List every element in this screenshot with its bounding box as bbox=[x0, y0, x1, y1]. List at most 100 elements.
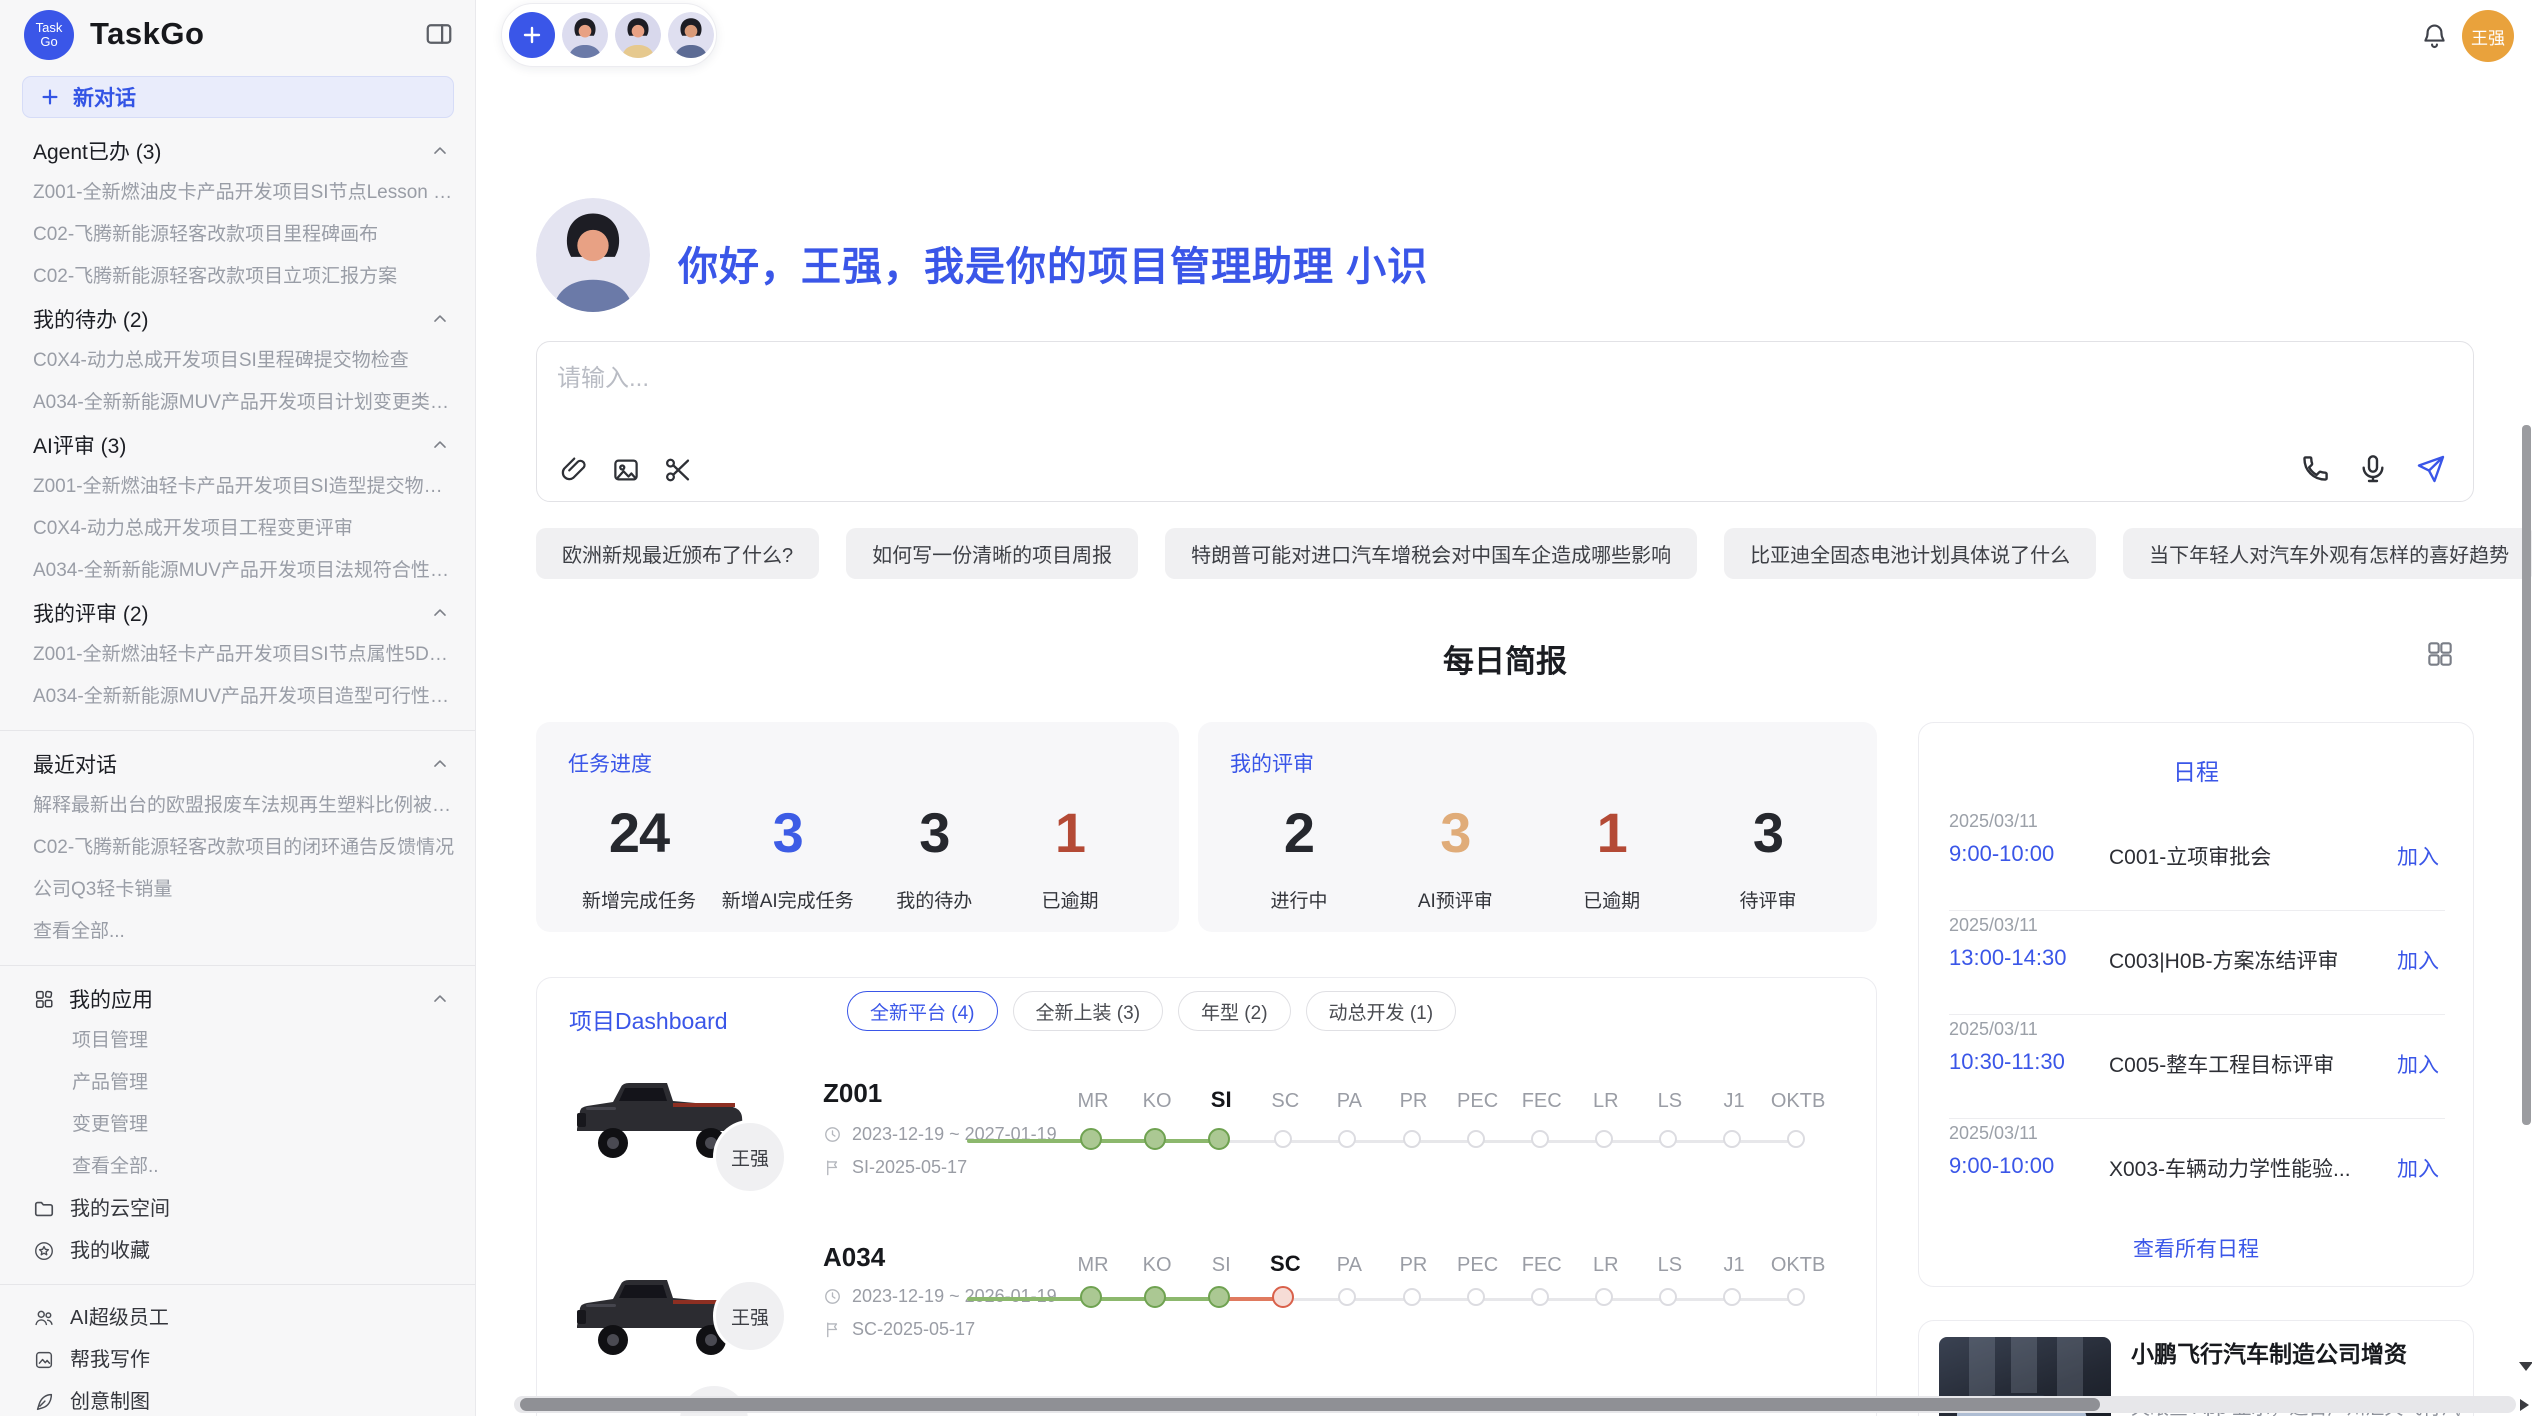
suggestion-chip-3[interactable]: 特朗普可能对进口汽车增税会对中国车企造成哪些影响 bbox=[1165, 528, 1697, 579]
milestone-dot-j1[interactable] bbox=[1723, 1288, 1741, 1306]
sidebar-tool-people[interactable]: AI超级员工 bbox=[0, 1297, 476, 1339]
chevron-up-icon[interactable] bbox=[430, 141, 450, 161]
schedule-item: 2025/03/1110:30-11:30C005-整车工程目标评审加入 bbox=[1949, 1015, 2445, 1119]
dashboard-tab-1[interactable]: 全新平台 (4) bbox=[847, 991, 998, 1031]
horizontal-scrollbar[interactable] bbox=[514, 1396, 2516, 1413]
milestone-dot-fec[interactable] bbox=[1531, 1130, 1549, 1148]
chat-input[interactable] bbox=[557, 358, 2257, 438]
sidebar-recent-chat-item[interactable]: 公司Q3轻卡销量 bbox=[0, 869, 476, 911]
chevron-up-icon[interactable] bbox=[430, 309, 450, 329]
sidebar-section-header-0[interactable]: Agent已办 (3) bbox=[0, 130, 476, 172]
chat-input-box bbox=[536, 341, 2474, 502]
new-agent-button[interactable] bbox=[509, 12, 555, 58]
agent-avatar-3[interactable] bbox=[668, 12, 714, 58]
new-chat-button[interactable]: 新对话 bbox=[22, 76, 454, 118]
sidebar-task-item[interactable]: Z001-全新燃油轻卡产品开发项目SI造型提交物评审 bbox=[0, 466, 476, 508]
sidebar-recent-chat-item[interactable]: 解释最新出台的欧盟报废车法规再生塑料比例被调至15%... bbox=[0, 785, 476, 827]
suggestion-chip-2[interactable]: 如何写一份清晰的项目周报 bbox=[846, 528, 1138, 579]
milestone-dot-mr[interactable] bbox=[1080, 1128, 1102, 1150]
milestone-dot-mr[interactable] bbox=[1080, 1286, 1102, 1308]
sidebar-task-item[interactable]: A034-全新新能源MUV产品开发项目计划变更类编写 bbox=[0, 382, 476, 424]
send-icon[interactable] bbox=[2415, 453, 2447, 485]
sidebar-section-header-2[interactable]: AI评审 (3) bbox=[0, 424, 476, 466]
milestone-dot-ko[interactable] bbox=[1144, 1128, 1166, 1150]
milestone-dot-sc[interactable] bbox=[1272, 1286, 1294, 1308]
screenshot-icon[interactable] bbox=[663, 455, 693, 485]
milestone-dot-pa[interactable] bbox=[1338, 1130, 1356, 1148]
milestone-dot-lr[interactable] bbox=[1595, 1288, 1613, 1306]
suggestion-chip-1[interactable]: 欧洲新规最近颁布了什么? bbox=[536, 528, 819, 579]
milestone-dot-pec[interactable] bbox=[1467, 1130, 1485, 1148]
milestone-dot-pr[interactable] bbox=[1403, 1130, 1421, 1148]
collapse-panel-icon[interactable] bbox=[424, 19, 454, 49]
sidebar-view-all-chats[interactable]: 查看全部... bbox=[0, 911, 476, 953]
sidebar-recent-chat-item[interactable]: C02-飞腾新能源轻客改款项目的闭环通告反馈情况 bbox=[0, 827, 476, 869]
milestone-dot-lr[interactable] bbox=[1595, 1130, 1613, 1148]
sidebar-app-item[interactable]: 变更管理 bbox=[0, 1104, 476, 1146]
dashboard-tab-4[interactable]: 动总开发 (1) bbox=[1306, 991, 1457, 1031]
milestone-dot-ko[interactable] bbox=[1144, 1286, 1166, 1308]
sidebar-app-item[interactable]: 产品管理 bbox=[0, 1062, 476, 1104]
join-meeting-link[interactable]: 加入 bbox=[2397, 1153, 2439, 1183]
pen-icon bbox=[33, 1391, 55, 1413]
sidebar-task-item[interactable]: C0X4-动力总成开发项目SI里程碑提交物检查 bbox=[0, 340, 476, 382]
milestone-dot-sc[interactable] bbox=[1274, 1130, 1292, 1148]
project-code: A034 bbox=[823, 1242, 885, 1273]
vertical-scrollbar-thumb[interactable] bbox=[2522, 425, 2531, 1125]
sidebar-task-item[interactable]: A034-全新新能源MUV产品开发项目法规符合性评审 bbox=[0, 550, 476, 592]
milestone-dot-fec[interactable] bbox=[1531, 1288, 1549, 1306]
sidebar-task-item[interactable]: A034-全新新能源MUV产品开发项目造型可行性评审 bbox=[0, 676, 476, 718]
sidebar-task-item[interactable]: C02-飞腾新能源轻客改款项目立项汇报方案 bbox=[0, 256, 476, 298]
sidebar-item-star[interactable]: 我的收藏 bbox=[0, 1230, 476, 1272]
sidebar-task-item[interactable]: Z001-全新燃油皮卡产品开发项目SI节点Lesson Learn报告 bbox=[0, 172, 476, 214]
agent-avatar-1[interactable] bbox=[562, 12, 608, 58]
sidebar-recent-chats-header[interactable]: 最近对话 bbox=[0, 743, 476, 785]
brief-layout-grid-icon[interactable] bbox=[2424, 638, 2456, 670]
join-meeting-link[interactable]: 加入 bbox=[2397, 1049, 2439, 1079]
join-meeting-link[interactable]: 加入 bbox=[2397, 945, 2439, 975]
sidebar-section-header-1[interactable]: 我的待办 (2) bbox=[0, 298, 476, 340]
milestone-dot-ls[interactable] bbox=[1659, 1130, 1677, 1148]
suggestion-chip-4[interactable]: 比亚迪全固态电池计划具体说了什么 bbox=[1724, 528, 2096, 579]
chevron-up-icon[interactable] bbox=[430, 603, 450, 623]
join-meeting-link[interactable]: 加入 bbox=[2397, 841, 2439, 871]
sidebar-item-folder[interactable]: 我的云空间 bbox=[0, 1188, 476, 1230]
sidebar-task-item[interactable]: C0X4-动力总成开发项目工程变更评审 bbox=[0, 508, 476, 550]
notification-bell-icon[interactable] bbox=[2420, 21, 2449, 50]
dashboard-tab-3[interactable]: 年型 (2) bbox=[1178, 991, 1291, 1031]
sidebar-task-item[interactable]: Z001-全新燃油轻卡产品开发项目SI节点属性5D文件评审 bbox=[0, 634, 476, 676]
app-logo: Task Go bbox=[24, 10, 74, 60]
sidebar-section-header-3[interactable]: 我的评审 (2) bbox=[0, 592, 476, 634]
sidebar-my-apps-header[interactable]: 我的应用 bbox=[0, 978, 476, 1020]
milestone-dot-pec[interactable] bbox=[1467, 1288, 1485, 1306]
milestone-dot-ls[interactable] bbox=[1659, 1288, 1677, 1306]
milestone-dot-oktb[interactable] bbox=[1787, 1288, 1805, 1306]
dashboard-tab-2[interactable]: 全新上装 (3) bbox=[1013, 991, 1164, 1031]
attach-image-icon[interactable] bbox=[611, 455, 641, 485]
milestone-dot-si[interactable] bbox=[1208, 1286, 1230, 1308]
suggestion-chip-5[interactable]: 当下年轻人对汽车外观有怎样的喜好趋势 bbox=[2123, 528, 2532, 579]
scroll-down-arrow[interactable] bbox=[2519, 1362, 2532, 1371]
user-avatar[interactable]: 王强 bbox=[2462, 10, 2514, 62]
milestone-dot-oktb[interactable] bbox=[1787, 1130, 1805, 1148]
sidebar-task-item[interactable]: C02-飞腾新能源轻客改款项目里程碑画布 bbox=[0, 214, 476, 256]
milestone-dot-pr[interactable] bbox=[1403, 1288, 1421, 1306]
stat-card-0: 任务进度24新增完成任务3新增AI完成任务3我的待办1已逾期 bbox=[536, 722, 1179, 932]
sidebar-app-item[interactable]: 项目管理 bbox=[0, 1020, 476, 1062]
sidebar-tool-write[interactable]: 帮我写作 bbox=[0, 1339, 476, 1381]
milestone-dot-pa[interactable] bbox=[1338, 1288, 1356, 1306]
scroll-right-arrow[interactable] bbox=[2520, 1399, 2529, 1411]
voice-call-icon[interactable] bbox=[2299, 453, 2331, 485]
milestone-dot-j1[interactable] bbox=[1723, 1130, 1741, 1148]
sidebar-view-all-apps[interactable]: 查看全部.. bbox=[0, 1146, 476, 1188]
agent-avatar-2[interactable] bbox=[615, 12, 661, 58]
microphone-icon[interactable] bbox=[2357, 453, 2389, 485]
milestone-dot-si[interactable] bbox=[1208, 1128, 1230, 1150]
chevron-up-icon[interactable] bbox=[430, 754, 450, 774]
sidebar-tool-pen[interactable]: 创意制图 bbox=[0, 1381, 476, 1416]
view-all-schedule-link[interactable]: 查看所有日程 bbox=[1919, 1233, 2473, 1263]
horizontal-scrollbar-thumb[interactable] bbox=[520, 1398, 2100, 1411]
chevron-up-icon[interactable] bbox=[430, 435, 450, 455]
chevron-up-icon[interactable] bbox=[430, 989, 450, 1009]
attach-file-icon[interactable] bbox=[559, 455, 589, 485]
